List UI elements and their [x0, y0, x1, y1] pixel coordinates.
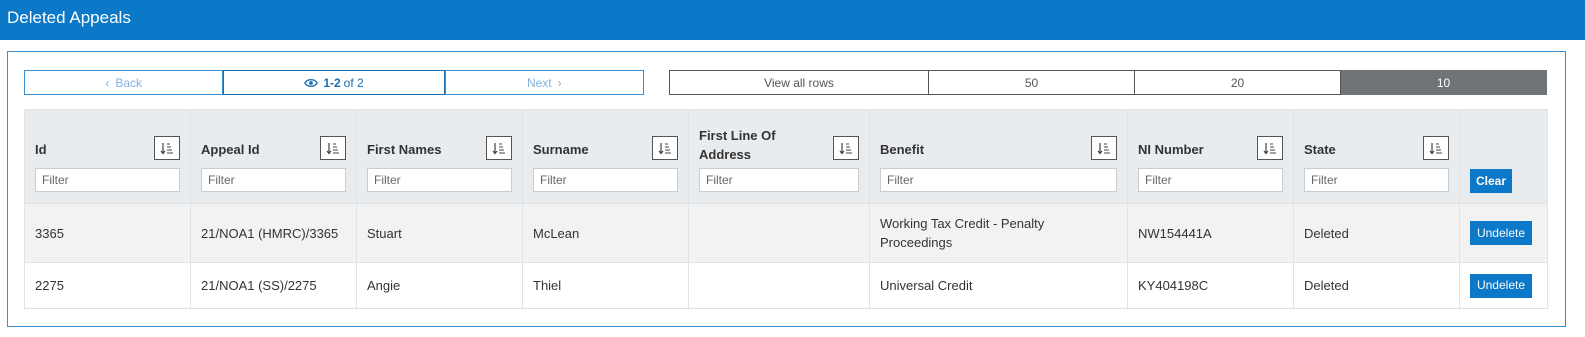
sort-icon[interactable] — [486, 136, 512, 160]
filter-state-input[interactable] — [1304, 168, 1449, 192]
col-label: First Names — [367, 142, 442, 157]
col-actions: Clear — [1459, 109, 1548, 204]
cell-benefit: Working Tax Credit - Penalty Proceedings — [869, 203, 1128, 263]
cell-id: 2275 — [24, 262, 191, 309]
page-range: 1-2 — [323, 75, 341, 90]
sort-icon[interactable] — [1257, 136, 1283, 160]
filter-first-names-input[interactable] — [367, 168, 512, 192]
chevron-left-icon: ‹ — [105, 75, 110, 90]
col-ni-number: NI Number — [1127, 109, 1294, 204]
cell-action: Undelete — [1459, 203, 1548, 263]
col-label: State — [1304, 142, 1336, 157]
col-label: Surname — [533, 142, 589, 157]
cell-first-names: Angie — [356, 262, 523, 309]
sort-icon[interactable] — [833, 136, 859, 160]
col-appeal-id: Appeal Id — [190, 109, 357, 204]
cell-surname: Thiel — [522, 262, 689, 309]
page-header: Deleted Appeals — [0, 0, 1585, 40]
undelete-button[interactable]: Undelete — [1470, 273, 1532, 298]
page-total: of 2 — [343, 75, 364, 90]
sort-icon[interactable] — [652, 136, 678, 160]
cell-appeal-id: 21/NOA1 (HMRC)/3365 — [190, 203, 357, 263]
filter-surname-input[interactable] — [533, 168, 678, 192]
filter-appeal-id-input[interactable] — [201, 168, 346, 192]
back-label: Back — [115, 75, 143, 90]
cell-state: Deleted — [1293, 203, 1460, 263]
col-label: NI Number — [1138, 142, 1204, 157]
table-row: 3365 21/NOA1 (HMRC)/3365 Stuart McLean W… — [24, 203, 1548, 263]
sort-icon[interactable] — [320, 136, 346, 160]
rows-20-button[interactable]: 20 — [1135, 70, 1341, 95]
cell-id: 3365 — [24, 203, 191, 263]
table-row: 2275 21/NOA1 (SS)/2275 Angie Thiel Unive… — [24, 262, 1548, 309]
appeals-table: Id Appeal Id First Names Surname First L — [24, 109, 1548, 309]
cell-address — [688, 262, 870, 309]
back-button[interactable]: ‹ Back — [24, 70, 224, 95]
filter-ni-number-input[interactable] — [1138, 168, 1283, 192]
cell-benefit: Universal Credit — [869, 262, 1128, 309]
next-label: Next — [526, 75, 552, 90]
sort-icon[interactable] — [154, 136, 180, 160]
col-label: Appeal Id — [201, 142, 260, 157]
col-label: Id — [35, 142, 47, 157]
col-first-names: First Names — [356, 109, 523, 204]
col-label: First Line Of Address — [699, 128, 776, 162]
cell-first-names: Stuart — [356, 203, 523, 263]
undelete-button[interactable]: Undelete — [1470, 221, 1532, 245]
filter-address-input[interactable] — [699, 168, 859, 192]
header-row: Id Appeal Id First Names Surname First L — [24, 109, 1548, 204]
eye-icon — [304, 78, 319, 87]
col-id: Id — [24, 109, 191, 204]
cell-ni-number: KY404198C — [1127, 262, 1294, 309]
rows-50-button[interactable]: 50 — [929, 70, 1135, 95]
next-button[interactable]: Next › — [444, 70, 644, 95]
cell-address — [688, 203, 870, 263]
page-status: 1-2 of 2 — [223, 70, 445, 95]
rows-10-button[interactable]: 10 — [1341, 70, 1547, 95]
chevron-right-icon: › — [557, 75, 562, 90]
col-benefit: Benefit — [869, 109, 1128, 204]
cell-ni-number: NW154441A — [1127, 203, 1294, 263]
filter-benefit-input[interactable] — [880, 168, 1117, 192]
rows-per-page: View all rows 50 20 10 — [669, 70, 1547, 95]
sort-icon[interactable] — [1091, 136, 1117, 160]
col-label: Benefit — [880, 142, 925, 157]
filter-id-input[interactable] — [35, 168, 180, 192]
sort-icon[interactable] — [1423, 136, 1449, 160]
cell-state: Deleted — [1293, 262, 1460, 309]
cell-surname: McLean — [522, 203, 689, 263]
col-state: State — [1293, 109, 1460, 204]
col-surname: Surname — [522, 109, 689, 204]
pagination: ‹ Back 1-2 of 2 Next › — [24, 70, 644, 95]
rows-all-button[interactable]: View all rows — [669, 70, 929, 95]
clear-filters-button[interactable]: Clear — [1470, 169, 1512, 193]
page-title: Deleted Appeals — [7, 8, 131, 27]
col-address: First Line Of Address — [688, 109, 870, 204]
cell-action: Undelete — [1459, 262, 1548, 309]
cell-appeal-id: 21/NOA1 (SS)/2275 — [190, 262, 357, 309]
